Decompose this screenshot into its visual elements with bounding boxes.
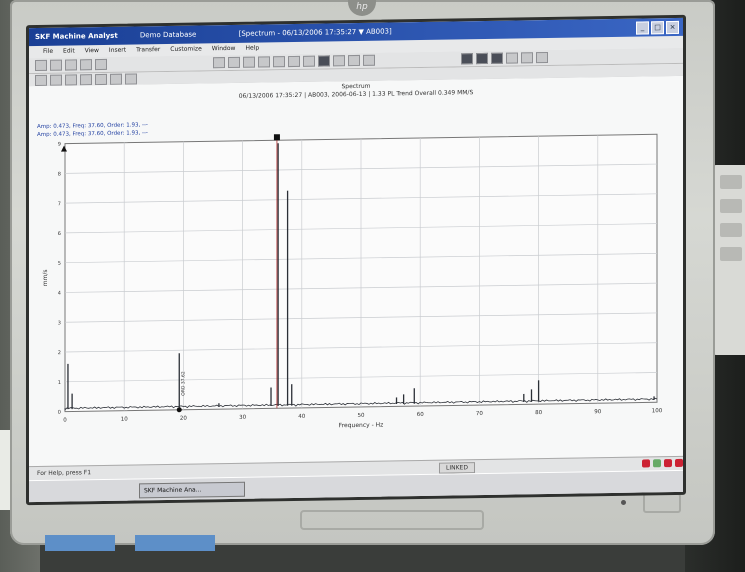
power-led — [621, 500, 626, 505]
plot-svg[interactable]: 0 10 20 30 40 50 60 70 80 90 100 0 1 2 3 4 5 6 7 8 9 Frequenc… — [29, 76, 683, 466]
x-tick-label: 10 — [121, 417, 128, 423]
side-device-panel — [712, 165, 745, 355]
window-controls: _ □ × — [636, 20, 679, 35]
toolbar-icon[interactable] — [213, 57, 225, 69]
menu-view[interactable]: View — [85, 45, 99, 57]
toolbar-icon[interactable] — [521, 52, 533, 64]
y-tick-label: 6 — [58, 231, 61, 237]
tray-icon[interactable] — [664, 459, 672, 468]
x-axis-label: Frequency - Hz — [339, 422, 384, 430]
menu-edit[interactable]: Edit — [63, 45, 75, 57]
sticker — [45, 535, 115, 551]
toolbar-icon[interactable] — [536, 51, 548, 64]
toolbar-icon[interactable] — [333, 55, 345, 67]
cursor-value-label: ORD 37.62 — [180, 371, 186, 396]
bezel-control-strip — [300, 510, 484, 530]
menu-transfer[interactable]: Transfer — [136, 44, 160, 56]
monitor-screen: SKF Machine Analyst Demo Database [Spect… — [26, 14, 686, 506]
app-title: SKF Machine Analyst — [35, 31, 118, 42]
toolbar-icon[interactable] — [348, 54, 360, 67]
x-tick-label: 40 — [298, 414, 305, 420]
x-tick-label: 30 — [239, 415, 246, 421]
x-tick-label: 70 — [476, 411, 483, 417]
x-tick-label: 20 — [180, 416, 187, 422]
x-tick-label: 60 — [417, 412, 424, 418]
system-tray — [642, 458, 683, 468]
toolbar-icon[interactable] — [228, 56, 240, 69]
toolbar-icon[interactable] — [35, 74, 47, 86]
toolbar-icon[interactable] — [95, 73, 107, 85]
x-tick-label: 0 — [63, 418, 67, 424]
tray-icon[interactable] — [675, 458, 683, 467]
x-tick-label: 50 — [358, 413, 365, 419]
linked-indicator: LINKED — [439, 462, 475, 474]
y-tick-label: 9 — [58, 142, 61, 148]
db-title: Demo Database — [139, 30, 197, 40]
sticker — [135, 535, 215, 551]
power-button[interactable] — [643, 493, 681, 513]
toolbar-icon[interactable] — [258, 56, 270, 68]
menu-window[interactable]: Window — [212, 43, 236, 55]
y-tick-label: 8 — [58, 171, 61, 177]
toolbar-icon[interactable] — [50, 74, 62, 86]
menu-help[interactable]: Help — [245, 43, 259, 55]
help-hint: For Help, press F1 — [37, 469, 92, 478]
tray-icon[interactable] — [642, 459, 650, 468]
x-tick-label: 100 — [652, 408, 663, 414]
toolbar-icon[interactable] — [318, 55, 330, 67]
y-tick-label: 3 — [58, 320, 61, 326]
toolbar-icon[interactable] — [288, 55, 300, 68]
toolbar-icon[interactable] — [65, 59, 77, 71]
toolbar-icon[interactable] — [461, 53, 473, 65]
y-tick-label: 0 — [58, 410, 61, 416]
menu-insert[interactable]: Insert — [109, 45, 126, 57]
y-tick-label: 4 — [58, 291, 61, 297]
minimize-button[interactable]: _ — [636, 21, 649, 35]
cursor-marker — [273, 134, 280, 141]
toolbar-icon[interactable] — [110, 73, 122, 85]
toolbar-icon[interactable] — [491, 52, 503, 64]
y-tick-label: 1 — [58, 380, 61, 386]
toolbar-icon[interactable] — [506, 52, 518, 64]
taskbar-app-button[interactable]: SKF Machine Ana... — [139, 481, 245, 499]
menu-customize[interactable]: Customize — [170, 43, 202, 55]
x-tick-label: 90 — [594, 409, 601, 415]
toolbar-icon[interactable] — [50, 59, 62, 71]
toolbar-icon[interactable] — [65, 73, 77, 86]
y-tick-label: 5 — [58, 261, 61, 267]
toolbar-icon[interactable] — [273, 56, 285, 68]
menu-file[interactable]: File — [43, 46, 53, 58]
document-title: [Spectrum - 06/13/2006 17:35:27 ▼ AB003] — [238, 27, 392, 38]
toolbar-icon[interactable] — [95, 58, 107, 71]
y-axis-label: mm/s — [42, 269, 49, 286]
toolbar-icon[interactable] — [303, 55, 315, 67]
toolbar-icon[interactable] — [363, 54, 375, 66]
close-button[interactable]: × — [666, 20, 679, 35]
x-tick-label: 80 — [535, 410, 542, 416]
toolbar-icon[interactable] — [80, 73, 92, 85]
hp-logo: hp — [348, 0, 376, 16]
y-tick-label: 2 — [58, 350, 61, 356]
spectrum-chart[interactable]: Spectrum 06/13/2006 17:35:27 | AB003, 20… — [29, 75, 683, 467]
toolbar-icon[interactable] — [35, 59, 47, 72]
maximize-button[interactable]: □ — [651, 21, 664, 35]
y-tick-label: 7 — [58, 201, 61, 207]
toolbar-icon[interactable] — [125, 72, 137, 85]
toolbar-icon[interactable] — [476, 52, 488, 65]
tray-icon[interactable] — [653, 459, 661, 468]
toolbar-icon[interactable] — [80, 59, 92, 71]
toolbar-icon[interactable] — [243, 56, 255, 68]
